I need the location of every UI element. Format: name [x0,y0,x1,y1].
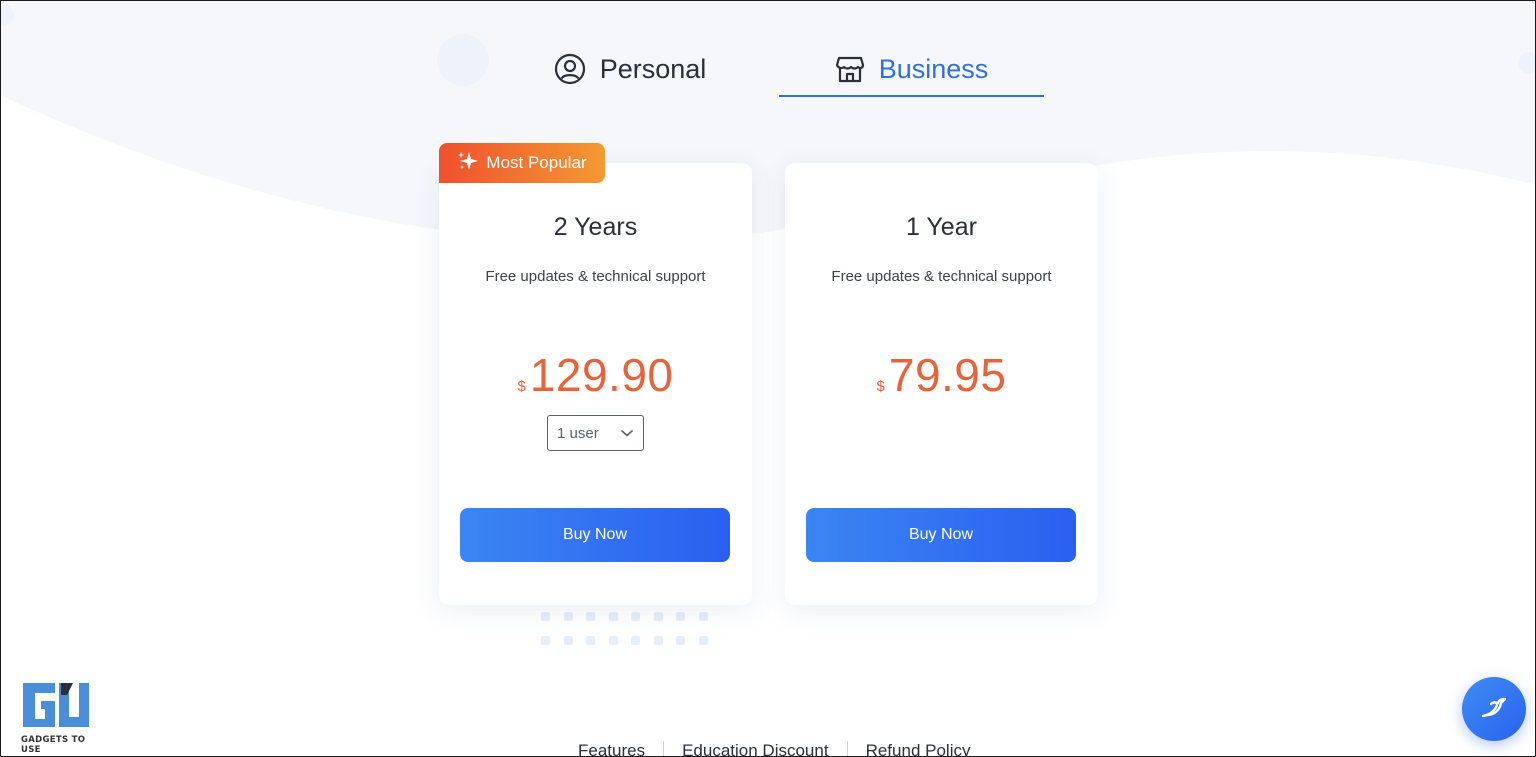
store-icon [835,54,865,84]
plan-title: 2 Years [553,213,638,241]
tab-active-indicator [779,95,1044,97]
decorative-circle [1518,52,1536,74]
plan-card-1-year: 1 Year Free updates & technical support … [785,163,1098,605]
gu-logo-mark [23,683,89,727]
gadgets-to-use-logo: GADGETS TO USE [21,681,107,755]
currency-symbol: $ [517,378,526,395]
chevron-down-icon [620,425,634,442]
user-count-select[interactable]: 1 user [547,415,644,451]
badge-label: Most Popular [486,153,587,172]
plan-title: 1 Year [906,213,977,241]
buy-now-button[interactable]: Buy Now [460,508,730,562]
logo-text: GADGETS TO USE [21,735,86,755]
decorative-dots [541,612,721,645]
tab-business[interactable]: Business [779,40,1044,98]
footer-link-education-discount[interactable]: Education Discount [664,741,846,757]
chat-bird-icon [1477,690,1511,729]
footer-link-features[interactable]: Features [560,741,663,757]
user-circle-icon [554,53,586,85]
sparkle-icon [457,150,479,177]
user-count-value: 1 user [557,424,599,442]
plan-card-2-years: 2 Years Free updates & technical support… [439,163,752,605]
tab-personal[interactable]: Personal [520,40,740,98]
tab-personal-label: Personal [599,53,707,84]
background-wave [0,0,1536,246]
plan-price: $ 129.90 [439,348,752,402]
tab-business-label: Business [878,53,989,84]
plan-subtitle: Free updates & technical support [485,268,706,285]
plan-subtitle: Free updates & technical support [831,268,1052,285]
price-amount: 79.95 [888,349,1007,401]
decorative-circle [437,34,489,86]
chat-button[interactable] [1462,677,1526,741]
plan-price: $ 79.95 [785,348,1098,402]
price-amount: 129.90 [529,349,674,401]
most-popular-badge: Most Popular [439,143,605,183]
currency-symbol: $ [876,378,885,395]
buy-now-button[interactable]: Buy Now [806,508,1076,562]
footer-link-refund-policy[interactable]: Refund Policy [848,741,989,757]
footer-links: Features Education Discount Refund Polic… [560,741,988,757]
